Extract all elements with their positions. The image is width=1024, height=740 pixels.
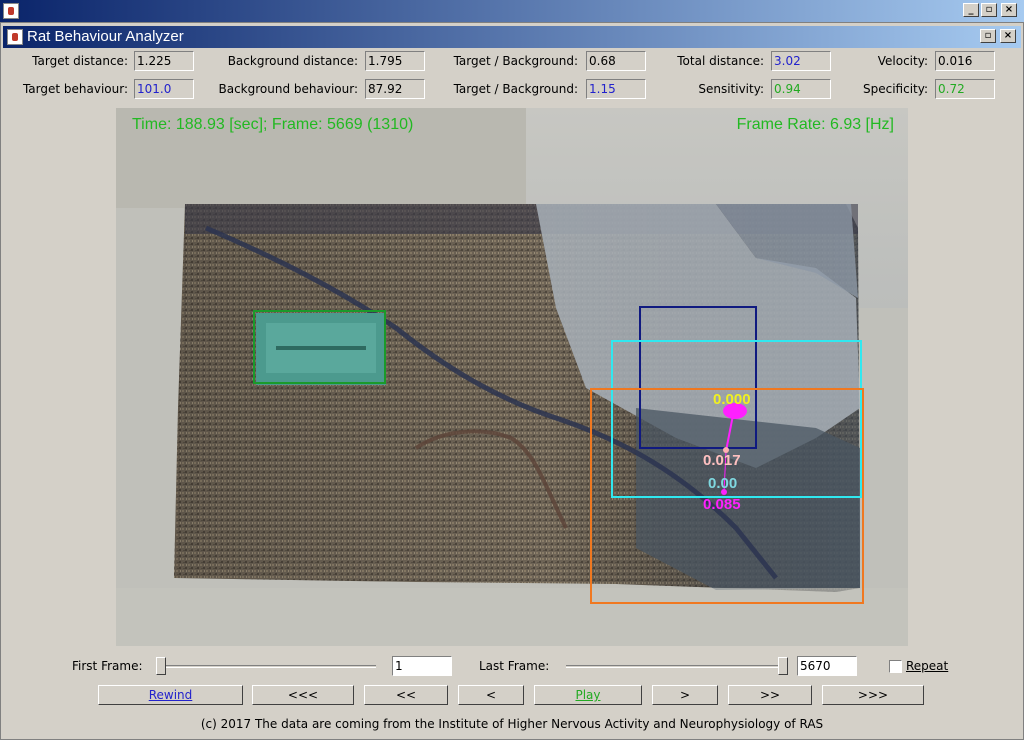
- forward-step-label: >: [679, 688, 691, 702]
- back-medium-label: <<: [395, 688, 417, 702]
- total-distance-label: Total distance:: [677, 54, 764, 68]
- back-step-button[interactable]: <: [458, 685, 524, 705]
- total-distance-field: 3.02: [771, 51, 831, 71]
- last-frame-input[interactable]: 5670: [797, 656, 857, 676]
- sensitivity-label: Sensitivity:: [698, 82, 764, 96]
- forward-medium-label: >>: [759, 688, 781, 702]
- time-frame-readout: Time: 188.93 [sec]; Frame: 5669 (1310): [132, 116, 414, 133]
- background-behaviour-label: Background behaviour:: [218, 82, 358, 96]
- first-frame-slider[interactable]: [156, 657, 376, 675]
- java-app-icon: [3, 3, 19, 19]
- frame-rate-readout: Frame Rate: 6.93 [Hz]: [736, 116, 894, 133]
- last-frame-label: Last Frame:: [479, 659, 550, 673]
- rewind-button-label: Rewind: [148, 688, 193, 702]
- back-step-label: <: [485, 688, 497, 702]
- window-title: Rat Behaviour Analyzer: [27, 28, 184, 45]
- background-distance-field: 1.795: [365, 51, 425, 71]
- forward-medium-button[interactable]: >>: [728, 685, 812, 705]
- target-distance-field: 1.225: [134, 51, 194, 71]
- back-medium-button[interactable]: <<: [364, 685, 448, 705]
- first-slider-track: [156, 665, 376, 668]
- last-frame-slider[interactable]: [566, 657, 788, 675]
- first-slider-thumb[interactable]: [156, 657, 166, 675]
- velocity-label: Velocity:: [877, 54, 928, 68]
- velocity-field: 0.016: [935, 51, 995, 71]
- back-large-label: <<<: [287, 688, 319, 702]
- cyan-value-label: 0.00: [708, 475, 738, 492]
- rewind-button[interactable]: Rewind: [98, 685, 243, 705]
- yellow-value-label: 0.000: [713, 391, 751, 408]
- repeat-label[interactable]: Repeat: [906, 659, 948, 673]
- play-button[interactable]: Play: [534, 685, 642, 705]
- target-background-ratio-label: Target / Background:: [453, 54, 578, 68]
- footer-credit: (c) 2017 The data are coming from the In…: [200, 717, 824, 731]
- video-frame: Time: 188.93 [sec]; Frame: 5669 (1310) F…: [116, 108, 908, 646]
- outer-title-bar[interactable]: _ ▫ ×: [0, 0, 1024, 22]
- target-distance-label: Target distance:: [32, 54, 128, 68]
- forward-large-button[interactable]: >>>: [822, 685, 924, 705]
- forward-step-button[interactable]: >: [652, 685, 718, 705]
- specificity-field: 0.72: [935, 79, 995, 99]
- target-background-ratio-field: 0.68: [586, 51, 646, 71]
- behaviour-ratio-field: 1.15: [586, 79, 646, 99]
- last-slider-track: [566, 665, 788, 668]
- magenta-value-label: 0.085: [703, 496, 741, 513]
- trajectory-layer: [721, 403, 747, 495]
- frame-restore-button[interactable]: ▫: [980, 29, 996, 43]
- background-behaviour-field: 87.92: [365, 79, 425, 99]
- forward-large-label: >>>: [857, 688, 889, 702]
- java-frame-icon: [7, 29, 23, 45]
- back-large-button[interactable]: <<<: [252, 685, 354, 705]
- background-distance-label: Background distance:: [227, 54, 358, 68]
- repeat-checkbox[interactable]: [889, 660, 902, 673]
- target-behaviour-field: 101.0: [134, 79, 194, 99]
- sensitivity-field: 0.94: [771, 79, 831, 99]
- minimize-button[interactable]: _: [963, 3, 979, 17]
- play-button-label: Play: [575, 688, 601, 702]
- last-slider-thumb[interactable]: [778, 657, 788, 675]
- target-behaviour-label: Target behaviour:: [22, 82, 128, 96]
- frame-close-button[interactable]: ×: [1000, 29, 1016, 43]
- pink-value-label: 0.017: [703, 452, 741, 469]
- behaviour-ratio-label: Target / Background:: [453, 82, 578, 96]
- first-frame-label: First Frame:: [72, 659, 143, 673]
- first-frame-input[interactable]: 1: [392, 656, 452, 676]
- close-button[interactable]: ×: [1001, 3, 1017, 17]
- internal-title-bar[interactable]: Rat Behaviour Analyzer ▫ ×: [3, 26, 1021, 48]
- specificity-label: Specificity:: [862, 82, 928, 96]
- restore-button[interactable]: ▫: [981, 3, 997, 17]
